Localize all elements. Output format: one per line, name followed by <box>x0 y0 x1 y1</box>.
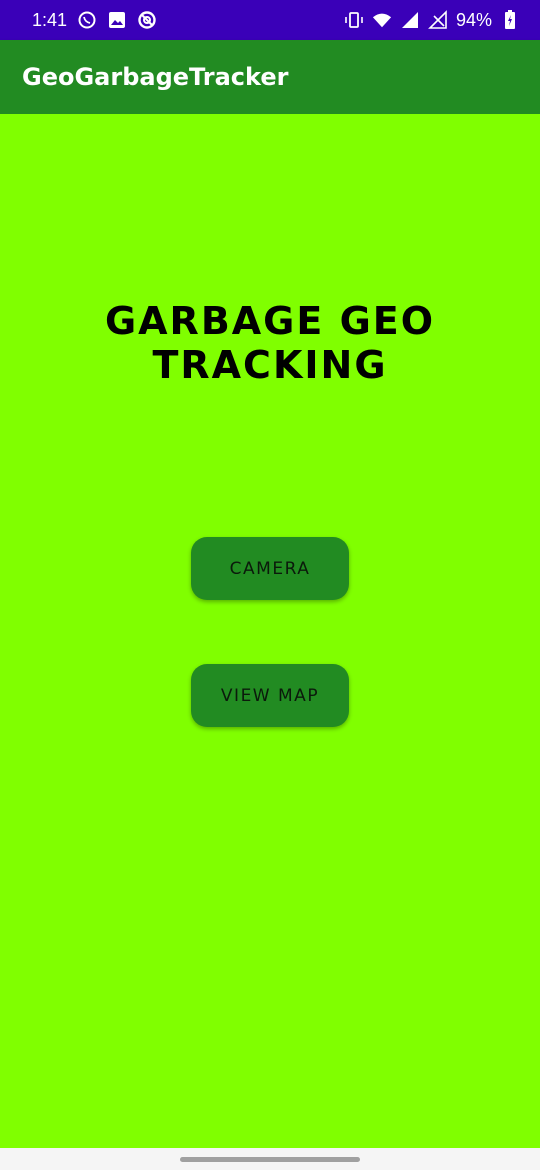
logo-text: GARBAGE GEO TRACKING <box>104 299 436 387</box>
view-map-button[interactable]: VIEW MAP <box>191 664 349 727</box>
notification-icon <box>137 10 157 30</box>
app-bar: GeoGarbageTracker <box>0 40 540 114</box>
image-icon <box>107 10 127 30</box>
wifi-icon <box>372 10 392 30</box>
status-right: 94% <box>344 10 520 31</box>
signal-icon <box>400 10 420 30</box>
status-left: 1:41 <box>32 10 157 31</box>
battery-percent: 94% <box>455 9 492 30</box>
status-bar: 1:41 94% <box>0 0 540 40</box>
navigation-bar <box>0 1148 540 1170</box>
home-indicator[interactable] <box>180 1157 360 1162</box>
status-time: 1:41 <box>32 9 68 30</box>
battery-icon <box>500 10 520 30</box>
whatsapp-icon <box>77 10 97 30</box>
app-title: GeoGarbageTracker <box>22 63 289 91</box>
vibrate-icon <box>344 10 364 30</box>
main-content: GARBAGE GEO TRACKING CAMERA VIEW MAP <box>0 114 540 1148</box>
camera-button[interactable]: CAMERA <box>191 537 349 600</box>
no-signal-icon <box>428 10 448 30</box>
